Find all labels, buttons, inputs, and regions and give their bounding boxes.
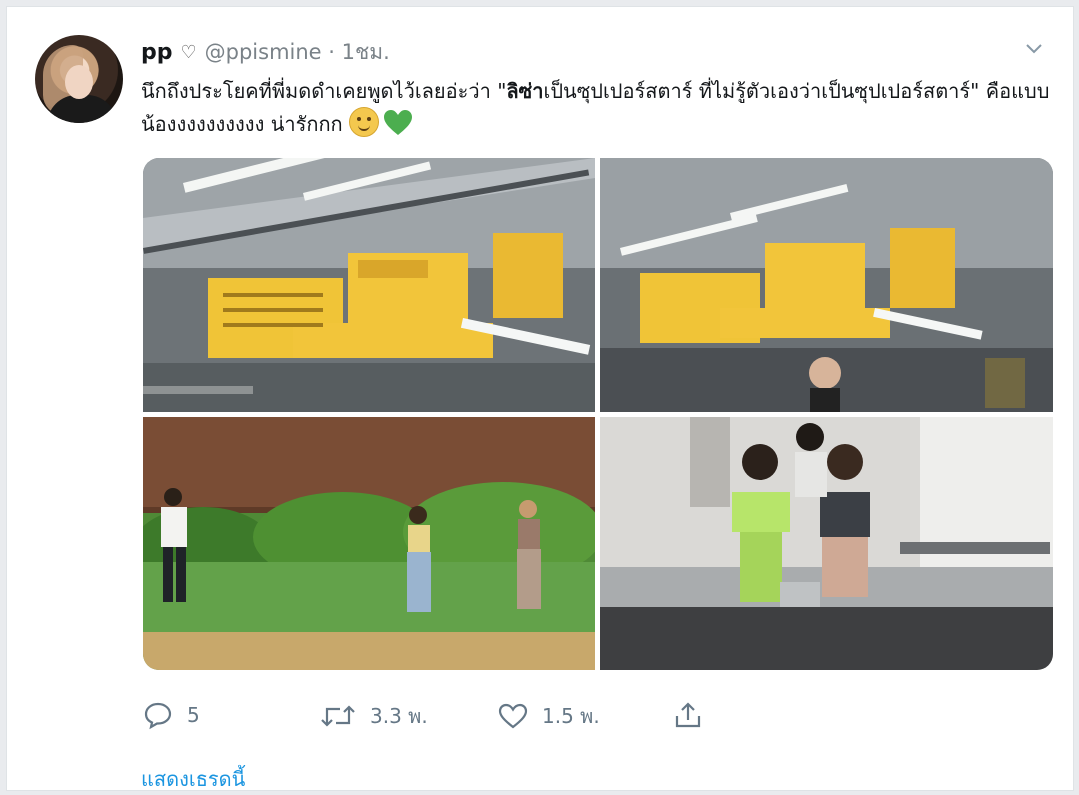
share-button[interactable] [673, 700, 717, 730]
green-heart-emoji-icon [384, 110, 413, 135]
reply-icon [144, 702, 172, 730]
avatar-face [65, 65, 93, 99]
tweet-actions: 5 3.3 พ. 1.5 พ. [7, 700, 1073, 736]
photo-1-image [143, 158, 595, 412]
reply-button[interactable]: 5 [143, 700, 200, 730]
name-heart-symbol: ♡ [180, 41, 197, 63]
chevron-down-icon[interactable] [1025, 43, 1043, 55]
retweet-count: 3.3 พ. [370, 704, 428, 728]
tweet-text: นึกถึงประโยคที่พี่มดดำเคยพูดไว้เลยอ่ะว่า… [141, 75, 1051, 140]
tweet-header: pp ♡ @ppismine · 1ชม. [141, 37, 390, 67]
retweet-icon [321, 705, 355, 727]
like-count: 1.5 พ. [542, 704, 600, 728]
photo-3[interactable] [143, 417, 595, 670]
retweet-button[interactable]: 3.3 พ. [320, 700, 428, 732]
like-icon [498, 703, 528, 729]
smiling-face-emoji-icon [349, 107, 380, 137]
author-handle-time[interactable]: @ppismine · 1ชม. [205, 36, 390, 69]
photo-4-image [600, 417, 1053, 670]
media-grid [143, 158, 1053, 670]
avatar[interactable] [35, 35, 123, 123]
share-icon [675, 702, 701, 728]
like-button[interactable]: 1.5 พ. [498, 700, 600, 732]
photo-1[interactable] [143, 158, 595, 412]
photo-3-image [143, 417, 595, 670]
tweet-text-part1: นึกถึงประโยคที่พี่มดดำเคยพูดไว้เลยอ่ะว่า… [141, 79, 507, 103]
reply-count: 5 [187, 703, 200, 727]
show-thread-link[interactable]: แสดงเธรดนี้ [141, 763, 245, 795]
photo-2[interactable] [600, 158, 1053, 412]
photo-4[interactable] [600, 417, 1053, 670]
tweet-card[interactable]: pp ♡ @ppismine · 1ชม. นึกถึงประโยคที่พี่… [6, 6, 1074, 791]
photo-2-image [600, 158, 1053, 412]
tweet-text-highlight: ลิซ่า [506, 79, 544, 103]
author-name[interactable]: pp [141, 40, 173, 65]
